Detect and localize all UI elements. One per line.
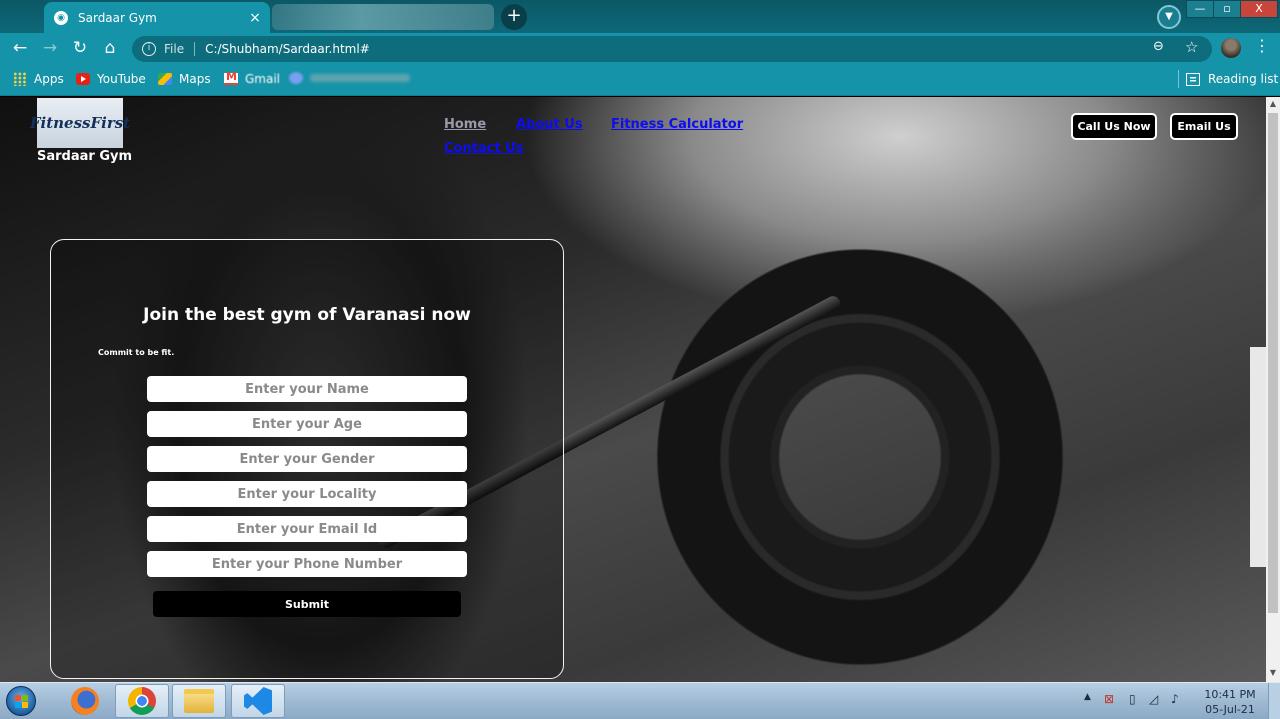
- youtube-icon: [76, 73, 90, 85]
- bookmark-gmail[interactable]: Gmail: [224, 70, 281, 86]
- profile-avatar[interactable]: [1221, 38, 1241, 58]
- reading-list-label: Reading list: [1208, 72, 1279, 86]
- info-icon[interactable]: i: [142, 42, 156, 56]
- bookmark-label: Maps: [179, 72, 211, 86]
- scrollbar-thumb[interactable]: [1268, 113, 1278, 613]
- scroll-up-arrow-icon[interactable]: ▲: [1268, 99, 1278, 108]
- logo-text: FitnessFirst: [29, 114, 131, 132]
- site-logo[interactable]: FitnessFirst: [30, 98, 130, 148]
- reload-icon[interactable]: ↻: [68, 37, 92, 61]
- reading-list-button[interactable]: Reading list: [1178, 72, 1278, 86]
- clock-time: 10:41 PM: [1204, 688, 1256, 701]
- tab-blurred[interactable]: [272, 4, 494, 30]
- tray-expand-icon[interactable]: ▲: [1084, 692, 1091, 702]
- menu-kebab-icon[interactable]: ⋮: [1254, 36, 1270, 55]
- network-error-icon[interactable]: ⊠: [1104, 692, 1114, 706]
- show-desktop-button[interactable]: [1268, 683, 1280, 719]
- taskbar-vscode[interactable]: [231, 684, 285, 718]
- bookmark-star-icon[interactable]: ☆: [1185, 38, 1198, 56]
- maps-icon: [158, 73, 172, 85]
- form-subtitle: Commit to be fit.: [98, 348, 175, 357]
- windows-logo-icon: [6, 686, 36, 716]
- chrome-icon: [128, 687, 156, 715]
- minimize-button[interactable]: —: [1186, 0, 1214, 18]
- nav-contact-link[interactable]: Contact Us: [444, 141, 523, 156]
- back-arrow-icon[interactable]: ←: [8, 37, 32, 61]
- bookmark-blurred[interactable]: [289, 72, 410, 84]
- signal-icon[interactable]: ◿: [1149, 692, 1158, 706]
- folder-icon: [184, 689, 214, 713]
- tab-strip: ◉ Sardaar Gym × + ▼ — ▫ X: [0, 0, 1280, 33]
- nav-about-link[interactable]: About Us: [516, 117, 583, 132]
- globe-icon: ◉: [54, 10, 68, 25]
- vscode-icon: [244, 687, 272, 715]
- phone-input[interactable]: [147, 551, 467, 577]
- bookmark-label: Apps: [34, 72, 64, 86]
- locality-input[interactable]: [147, 481, 467, 507]
- reading-list-icon: [1186, 72, 1200, 86]
- close-tab-icon[interactable]: ×: [246, 9, 264, 27]
- forward-arrow-icon[interactable]: →: [38, 37, 62, 61]
- site-name: Sardaar Gym: [37, 149, 133, 164]
- email-us-button[interactable]: Email Us: [1170, 113, 1238, 140]
- name-input[interactable]: [147, 376, 467, 402]
- zoom-icon[interactable]: ⊖: [1153, 39, 1164, 54]
- taskbar-chrome[interactable]: [115, 684, 169, 718]
- bookmark-favicon-icon: [289, 72, 303, 84]
- tab-title: Sardaar Gym: [78, 10, 157, 25]
- taskbar-firefox[interactable]: [58, 684, 112, 718]
- volume-icon[interactable]: ♪: [1171, 692, 1179, 706]
- blurred-label: [310, 74, 410, 82]
- battery-icon[interactable]: ▯: [1129, 692, 1136, 706]
- bookmark-maps[interactable]: Maps: [158, 72, 211, 86]
- address-bar[interactable]: i File C:/Shubham/Sardaar.html#: [132, 36, 1212, 62]
- maximize-button[interactable]: ▫: [1213, 0, 1241, 18]
- scroll-down-arrow-icon[interactable]: ▼: [1268, 668, 1278, 677]
- start-button[interactable]: [6, 686, 42, 716]
- nav-home-link[interactable]: Home: [444, 117, 486, 132]
- url-divider: [194, 42, 196, 56]
- apps-grid-icon: [13, 72, 27, 86]
- call-us-button[interactable]: Call Us Now: [1071, 113, 1157, 140]
- gmail-icon: [224, 70, 238, 85]
- bookmark-youtube[interactable]: YouTube: [76, 72, 146, 86]
- age-input[interactable]: [147, 411, 467, 437]
- clock-date: 05-Jul-21: [1205, 703, 1255, 716]
- firefox-icon: [71, 687, 99, 715]
- taskbar-explorer[interactable]: [172, 684, 226, 718]
- home-icon[interactable]: ⌂: [98, 37, 122, 61]
- bookmarks-bar: Apps YouTube Maps Gmail Reading list: [0, 64, 1280, 96]
- bookmark-label: YouTube: [97, 72, 146, 86]
- tab-search-icon[interactable]: ▼: [1157, 5, 1181, 29]
- browser-toolbar: ← → ↻ ⌂ i File C:/Shubham/Sardaar.html#: [0, 33, 1280, 64]
- nav-fitness-calculator-link[interactable]: Fitness Calculator: [611, 117, 743, 132]
- bookmark-label: Gmail: [245, 72, 281, 86]
- bookmark-apps[interactable]: Apps: [13, 72, 64, 86]
- new-tab-button[interactable]: +: [501, 4, 527, 30]
- tab-sardaar-gym[interactable]: ◉ Sardaar Gym ×: [44, 2, 270, 33]
- email-input[interactable]: [147, 516, 467, 542]
- close-window-button[interactable]: X: [1240, 0, 1278, 18]
- taskbar-clock[interactable]: 10:41 PM 05-Jul-21: [1198, 687, 1262, 717]
- submit-button[interactable]: Submit: [153, 591, 461, 617]
- url-scheme-label: File: [164, 42, 185, 56]
- gender-input[interactable]: [147, 446, 467, 472]
- url-text[interactable]: C:/Shubham/Sardaar.html#: [205, 42, 370, 56]
- background-figure: [1250, 347, 1266, 567]
- form-title: Join the best gym of Varanasi now: [143, 305, 471, 325]
